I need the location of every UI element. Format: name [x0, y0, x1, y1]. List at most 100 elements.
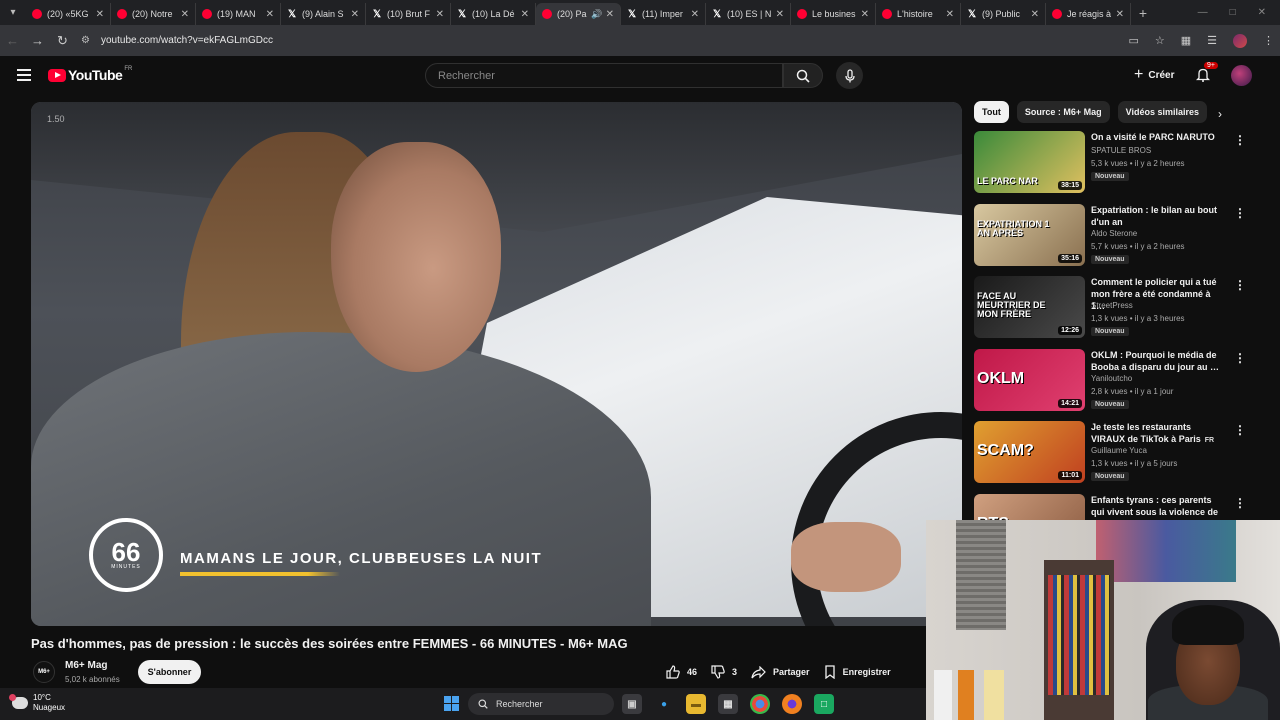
- more-options-icon[interactable]: ⋮: [1234, 496, 1246, 510]
- profile-avatar[interactable]: [1233, 33, 1247, 48]
- recommendation-title[interactable]: OKLM : Pourquoi le média de Booba a disp…: [1091, 349, 1226, 373]
- recommendation-title[interactable]: On a visité le PARC NARUTO: [1091, 131, 1226, 143]
- weather-widget[interactable]: 10°C Nuageux: [9, 693, 65, 713]
- search-button[interactable]: [783, 63, 823, 88]
- back-icon[interactable]: ←: [0, 33, 25, 48]
- youtube-logo[interactable]: YouTube FR: [48, 66, 132, 83]
- recommendation-channel[interactable]: Yaniloutcho: [1091, 374, 1132, 383]
- browser-tab[interactable]: 𝕏 (9) Alain S ✕: [281, 3, 366, 25]
- tab-close-icon[interactable]: ✕: [861, 9, 869, 20]
- tab-close-icon[interactable]: ✕: [521, 9, 529, 20]
- messaging-app-icon[interactable]: □: [814, 694, 834, 714]
- recommendation-item[interactable]: EXPATRIATION 1 AN APRÈS 35:16 Expatriation…: [974, 202, 1249, 274]
- tab-close-icon[interactable]: ✕: [691, 9, 699, 20]
- account-avatar[interactable]: [1231, 65, 1252, 86]
- tab-close-icon[interactable]: ✕: [606, 9, 614, 20]
- tab-close-icon[interactable]: ✕: [96, 9, 104, 20]
- browser-tab[interactable]: (19) MAN ✕: [196, 3, 281, 25]
- tab-close-icon[interactable]: ✕: [181, 9, 189, 20]
- site-info-icon[interactable]: ⚙: [81, 35, 95, 46]
- create-button[interactable]: + Créer: [1124, 64, 1184, 86]
- create-label: Créer: [1148, 69, 1175, 81]
- cast-icon[interactable]: ▭: [1128, 34, 1138, 47]
- taskbar-search[interactable]: Rechercher: [468, 693, 614, 715]
- close-window-icon[interactable]: ✕: [1258, 7, 1266, 18]
- extensions-icon[interactable]: ▦: [1181, 34, 1191, 47]
- browser-tab[interactable]: 𝕏 (9) Public ✕: [961, 3, 1046, 25]
- recommendation-channel[interactable]: Guillaume Yuca: [1091, 446, 1147, 455]
- browser-tab[interactable]: 𝕏 (10) La Dé ✕: [451, 3, 536, 25]
- file-explorer-icon[interactable]: ▬: [686, 694, 706, 714]
- filter-chip[interactable]: Source : M6+ Mag: [1016, 101, 1110, 123]
- recommendation-channel[interactable]: StreetPress: [1091, 301, 1133, 310]
- browser-tab[interactable]: Je réagis à ✕: [1046, 3, 1131, 25]
- video-thumbnail[interactable]: OKLM 14:21: [974, 348, 1085, 411]
- recommendation-item[interactable]: OKLM 14:21 OKLM : Pourquoi le média de Boo…: [974, 347, 1249, 419]
- task-view-icon[interactable]: ▣: [622, 694, 642, 714]
- browser-tab[interactable]: 𝕏 (10) Brut F ✕: [366, 3, 451, 25]
- save-button[interactable]: Enregistrer: [824, 665, 891, 679]
- notifications-button[interactable]: 9+: [1195, 62, 1218, 87]
- chrome-icon[interactable]: [750, 694, 770, 714]
- video-thumbnail[interactable]: LE PARC NAR 38:15: [974, 131, 1085, 193]
- new-tab-button[interactable]: +: [1131, 5, 1155, 21]
- video-thumbnail[interactable]: EXPATRIATION 1 AN APRÈS 35:16: [974, 203, 1085, 266]
- recommendation-item[interactable]: SCAM? 11:01 Je teste les restaurants VIRAU…: [974, 419, 1249, 491]
- firefox-icon[interactable]: [782, 694, 802, 714]
- tab-close-icon[interactable]: ✕: [1116, 9, 1124, 20]
- bookmark-icon: [824, 665, 835, 679]
- video-player[interactable]: 1.50 66 MINUTES MAMANS LE JOUR, CLUBBEUS…: [31, 102, 962, 626]
- browser-tab[interactable]: (20) Pa 🔊 ✕: [536, 3, 621, 25]
- channel-avatar[interactable]: M6+: [33, 661, 55, 683]
- filter-chip[interactable]: Tout: [974, 101, 1009, 123]
- menu-icon[interactable]: [17, 69, 31, 81]
- edge-icon[interactable]: ●: [654, 694, 674, 714]
- reload-icon[interactable]: ↻: [50, 33, 75, 49]
- more-options-icon[interactable]: ⋮: [1234, 133, 1246, 147]
- share-button[interactable]: Partager: [751, 665, 810, 679]
- browser-tab[interactable]: Le busines ✕: [791, 3, 876, 25]
- more-options-icon[interactable]: ⋮: [1234, 423, 1246, 437]
- speaker-icon[interactable]: 🔊: [591, 9, 602, 20]
- subscribe-button[interactable]: S'abonner: [138, 660, 201, 684]
- voice-search-button[interactable]: [836, 62, 863, 89]
- tab-close-icon[interactable]: ✕: [266, 9, 274, 20]
- browser-tab[interactable]: (20) «5KG ✕: [26, 3, 111, 25]
- tab-close-icon[interactable]: ✕: [946, 9, 954, 20]
- tab-search-icon[interactable]: ▾: [0, 0, 26, 25]
- more-options-icon[interactable]: ⋮: [1234, 351, 1246, 365]
- windows-start-icon[interactable]: [444, 696, 459, 711]
- maximize-icon[interactable]: □: [1230, 7, 1236, 18]
- chevron-right-icon[interactable]: ›: [1218, 107, 1222, 121]
- recommendation-title[interactable]: Expatriation : le bilan au bout d'un an: [1091, 204, 1226, 228]
- recommendation-item[interactable]: LE PARC NAR 38:15 On a visité le PARC NARU…: [974, 129, 1249, 201]
- browser-tab[interactable]: L'histoire ✕: [876, 3, 961, 25]
- browser-tab[interactable]: (20) Notre ✕: [111, 3, 196, 25]
- tab-close-icon[interactable]: ✕: [776, 9, 784, 20]
- recommendation-channel[interactable]: SPATULE BROS: [1091, 146, 1151, 155]
- like-button[interactable]: 46: [666, 665, 697, 679]
- browser-menu-icon[interactable]: ⋮: [1263, 34, 1274, 47]
- video-thumbnail[interactable]: SCAM? 11:01: [974, 421, 1085, 483]
- more-options-icon[interactable]: ⋮: [1234, 206, 1246, 220]
- tab-close-icon[interactable]: ✕: [351, 9, 359, 20]
- forward-icon[interactable]: →: [25, 33, 50, 48]
- recommendation-title[interactable]: Je teste les restaurants VIRAUX de TikTo…: [1091, 421, 1226, 447]
- recommendation-channel[interactable]: Aldo Sterone: [1091, 229, 1137, 238]
- search-input[interactable]: Rechercher: [425, 63, 783, 88]
- url-field[interactable]: ⚙ youtube.com/watch?v=ekFAGLmGDcc: [81, 29, 1091, 53]
- bookmark-star-icon[interactable]: ☆: [1155, 34, 1165, 47]
- media-control-icon[interactable]: ☰: [1207, 34, 1217, 47]
- tab-close-icon[interactable]: ✕: [436, 9, 444, 20]
- recommendation-item[interactable]: FACE AU MEURTRIER DE MON FRÈRE 12:26 Comme…: [974, 274, 1249, 346]
- store-icon[interactable]: ▦: [718, 694, 738, 714]
- dislike-button[interactable]: 3: [711, 665, 737, 679]
- filter-chip[interactable]: Vidéos similaires: [1117, 101, 1207, 123]
- video-thumbnail[interactable]: FACE AU MEURTRIER DE MON FRÈRE 12:26: [974, 276, 1085, 338]
- channel-name[interactable]: M6+ Mag: [65, 660, 108, 671]
- browser-tab[interactable]: 𝕏 (10) ES | N ✕: [706, 3, 791, 25]
- tab-close-icon[interactable]: ✕: [1031, 9, 1039, 20]
- browser-tab[interactable]: 𝕏 (11) Imper ✕: [621, 3, 706, 25]
- more-options-icon[interactable]: ⋮: [1234, 278, 1246, 292]
- minimize-icon[interactable]: —: [1198, 7, 1208, 18]
